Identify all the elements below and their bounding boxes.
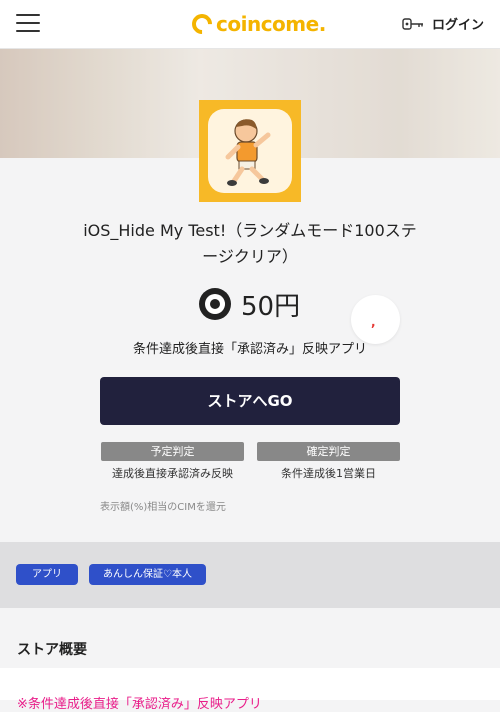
tag-guarantee[interactable]: あんしん保証♡本人 xyxy=(89,564,206,585)
judgment-confirmed: 確定判定 条件達成後1営業日 xyxy=(257,442,400,481)
store-go-button[interactable]: ストアへGO xyxy=(100,377,400,425)
login-button[interactable]: ログイン xyxy=(402,14,484,33)
coincome-logo[interactable]: coincome. xyxy=(187,9,326,39)
judgment-desc: 条件達成後1営業日 xyxy=(281,467,376,480)
summary-text: ※条件達成後直接「承認済み」反映アプリ xyxy=(17,697,262,712)
cim-note: 表示額(%)相当のCIMを還元 xyxy=(100,502,226,513)
judgment-scheduled: 予定判定 達成後直接承認済み反映 xyxy=(101,442,244,481)
reward-amount: 50円 xyxy=(241,291,301,322)
section-header: ストア概要 xyxy=(0,608,500,668)
store-summary: ※条件達成後直接「承認済み」反映アプリ xyxy=(0,668,500,712)
running-boy-illustration xyxy=(225,119,271,186)
hamburger-menu-icon[interactable] xyxy=(16,12,42,34)
offer-title: iOS_Hide My Test!（ランダムモード100ステージクリア） xyxy=(83,221,417,266)
key-icon xyxy=(402,17,423,30)
reward-display: 50円 xyxy=(199,287,301,322)
floating-bubble[interactable]: , xyxy=(351,295,400,344)
section-title: ストア概要 xyxy=(17,642,87,658)
coin-icon xyxy=(199,288,231,320)
logo-mark-icon xyxy=(187,9,217,39)
login-label: ログイン xyxy=(431,18,484,33)
condition-text: 条件達成後直接「承認済み」反映アプリ xyxy=(132,342,367,357)
app-icon xyxy=(199,100,301,202)
judgment-tag: 予定判定 xyxy=(101,442,244,461)
judgment-desc: 達成後直接承認済み反映 xyxy=(112,467,233,480)
tag-app[interactable]: アプリ xyxy=(16,564,78,585)
judgment-tag: 確定判定 xyxy=(257,442,400,461)
logo-text: coincome. xyxy=(216,12,326,36)
top-header: coincome. ログイン xyxy=(0,0,500,49)
bubble-mark: , xyxy=(371,315,376,329)
